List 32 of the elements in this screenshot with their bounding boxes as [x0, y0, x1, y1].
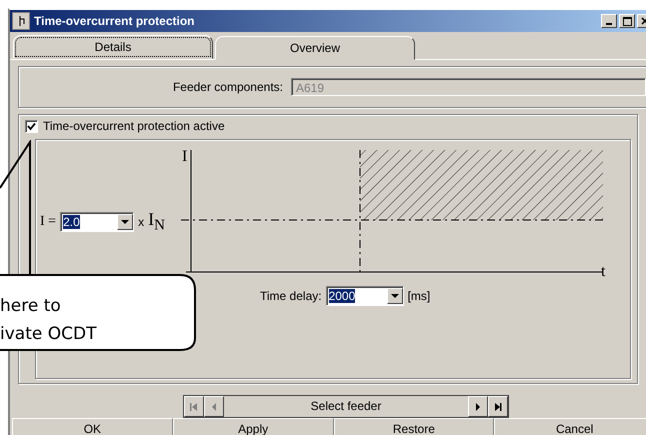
tab[interactable]: Details — [13, 35, 213, 59]
time-axis-label: t — [601, 263, 606, 281]
protection-active-label: Time-overcurrent protection active — [43, 119, 225, 133]
multiply-sign: x — [138, 214, 144, 229]
maximize-button[interactable] — [619, 14, 635, 28]
current-multiple-dropdown[interactable]: 2.0 — [60, 212, 134, 232]
triangle-icon — [121, 218, 130, 226]
current-axis-label: I — [182, 148, 188, 166]
last-feeder-button[interactable] — [488, 396, 508, 417]
left-triangle-icon — [210, 402, 218, 410]
callout-text: here to ivate OCDT — [0, 295, 96, 346]
time-delay-unit: [ms] — [408, 289, 430, 303]
time-delay-dropdown[interactable]: 2000 — [326, 286, 404, 306]
dialog-button[interactable]: Restore — [334, 418, 494, 435]
skip-back-icon — [190, 402, 198, 410]
dialog-button[interactable]: OK — [12, 418, 173, 435]
triangle-icon — [390, 292, 399, 300]
right-triangle-icon — [474, 402, 482, 410]
feeder-components-label: Feeder components: — [172, 80, 283, 94]
protection-active-checkbox[interactable] — [25, 120, 38, 132]
select-feeder-label: Select feeder — [310, 398, 382, 415]
app-icon — [12, 12, 30, 30]
current-equals-label: I = — [40, 214, 56, 230]
dialog-button[interactable]: Cancel — [494, 418, 646, 435]
window-title: Time-overcurrent protection — [34, 14, 194, 28]
minimize-button[interactable] — [601, 14, 617, 28]
time-delay-label: Time delay: — [260, 289, 322, 303]
rated-current-symbol: I$_{N}$ — [148, 209, 165, 235]
maximize-icon — [622, 16, 632, 26]
tab[interactable]: Overview — [215, 36, 415, 60]
skip-forward-icon — [494, 402, 502, 410]
next-feeder-button[interactable] — [468, 396, 488, 417]
